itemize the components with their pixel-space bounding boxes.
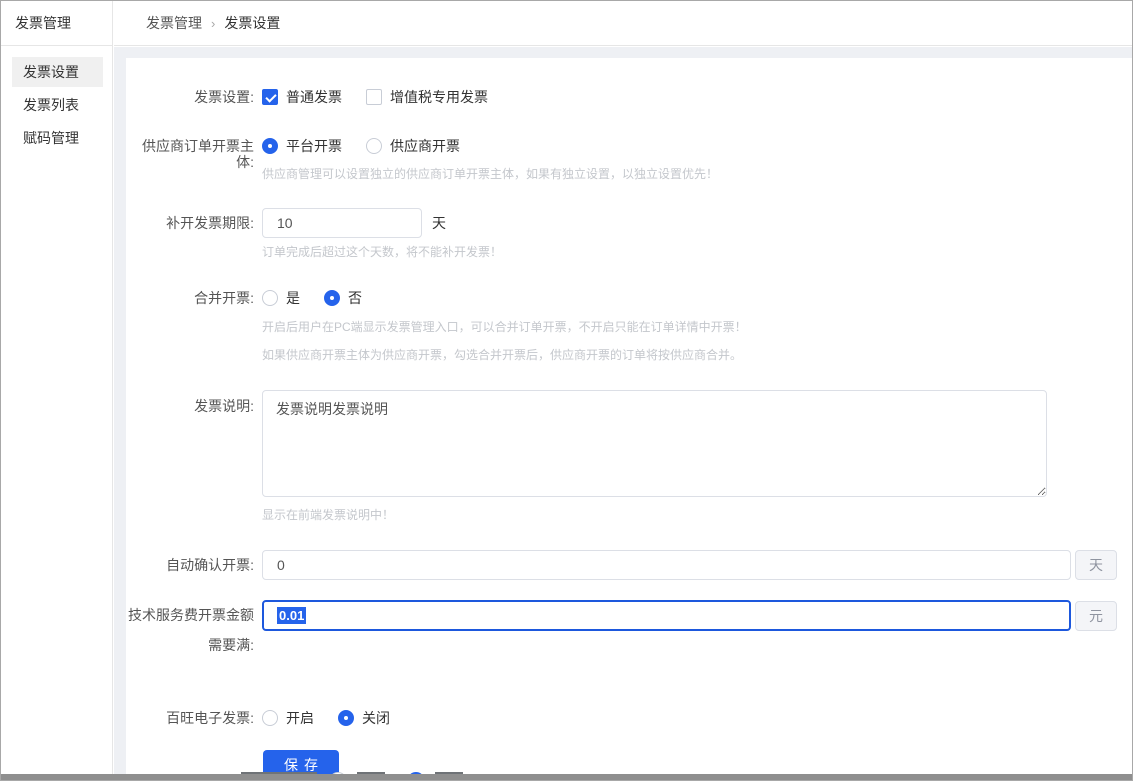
sidebar-menu: 发票设置 发票列表 赋码管理 (1, 46, 112, 153)
invoice-note-textarea[interactable]: 发票说明发票说明 (262, 390, 1047, 497)
merge-invoice-helper-1: 开启后用户在PC端显示发票管理入口，可以合并订单开票，不开启只能在订单详情中开票… (262, 321, 1117, 333)
radio-selected-icon (324, 290, 340, 306)
checkbox-option-vat-special-invoice[interactable]: 增值税专用发票 (366, 87, 488, 107)
merge-invoice-label: 合并开票: (126, 290, 254, 361)
radio-option-platform-invoicing[interactable]: 平台开票 (262, 136, 342, 156)
radio-unselected-icon (366, 138, 382, 154)
supplier-subject-label: 供应商订单开票主体: (126, 138, 254, 180)
invoice-admin-window: 发票管理 发票设置 发票列表 赋码管理 发票管理 › 发票设置 发票设置: 普通… (0, 0, 1133, 781)
breadcrumb-current: 发票设置 (224, 13, 280, 33)
tech-fee-label: 技术服务费开票金额 需要满: (126, 600, 254, 660)
invoice-settings-card: 发票设置: 普通发票 增值税专用发票 供 (126, 58, 1132, 780)
merge-invoice-helper-2: 如果供应商开票主体为供应商开票，勾选合并开票后，供应商开票的订单将按供应商合并。 (262, 349, 1117, 361)
baiwang-label: 百旺电子发票: (126, 710, 254, 726)
radio-label: 关闭 (362, 708, 390, 728)
form-row-invoice-types: 发票设置: 普通发票 增值税专用发票 (126, 89, 1132, 105)
invoice-note-label: 发票说明: (126, 390, 254, 521)
form-row-baiwang-einvoice: 百旺电子发票: 开启 关闭 (126, 710, 1132, 726)
radio-option-supplier-invoicing[interactable]: 供应商开票 (366, 136, 460, 156)
form-row-tech-fee: 技术服务费开票金额 需要满: 0.01 元 (126, 600, 1132, 660)
form-row-supplier-subject: 供应商订单开票主体: 平台开票 供应商开票 供应商管理可以设置独立的供应商订单开… (126, 138, 1132, 180)
form-row-reissue-period: 补开发票期限: 天 订单完成后超过这个天数，将不能补开发票！ (126, 208, 1132, 258)
horizontal-scrollbar[interactable] (1, 774, 1132, 780)
tech-fee-selected-value: 0.01 (277, 607, 306, 624)
tech-fee-label-line1: 技术服务费开票金额 (126, 600, 254, 630)
radio-label: 否 (348, 288, 362, 308)
form-row-auto-confirm: 自动确认开票: 天 (126, 550, 1132, 580)
radio-unselected-icon (262, 290, 278, 306)
checkbox-label: 普通发票 (286, 87, 342, 107)
radio-option-baiwang-on[interactable]: 开启 (262, 708, 314, 728)
topbar: 发票管理 › 发票设置 (114, 1, 1132, 46)
reissue-period-label: 补开发票期限: (126, 208, 254, 258)
radio-label: 供应商开票 (390, 136, 460, 156)
invoice-types-label: 发票设置: (126, 89, 254, 105)
content-area: 发票设置: 普通发票 增值税专用发票 供 (114, 47, 1132, 780)
auto-confirm-input[interactable] (262, 550, 1071, 580)
radio-label: 开启 (286, 708, 314, 728)
invoice-note-helper: 显示在前端发票说明中！ (262, 509, 1117, 521)
radio-option-merge-yes[interactable]: 是 (262, 288, 300, 308)
reissue-period-helper: 订单完成后超过这个天数，将不能补开发票！ (262, 246, 1117, 258)
radio-label: 平台开票 (286, 136, 342, 156)
radio-option-baiwang-off[interactable]: 关闭 (338, 708, 390, 728)
sidebar-item-invoice-list[interactable]: 发票列表 (12, 90, 103, 120)
radio-selected-icon (338, 710, 354, 726)
checkbox-option-general-invoice[interactable]: 普通发票 (262, 87, 342, 107)
sidebar-title: 发票管理 (1, 1, 112, 46)
sidebar-item-code-management[interactable]: 赋码管理 (12, 123, 103, 153)
checkbox-label: 增值税专用发票 (390, 87, 488, 107)
checkbox-checked-icon (262, 89, 278, 105)
reissue-period-unit: 天 (432, 208, 446, 238)
checkbox-unchecked-icon (366, 89, 382, 105)
tech-fee-input[interactable]: 0.01 (262, 600, 1071, 631)
sidebar: 发票管理 发票设置 发票列表 赋码管理 (1, 1, 113, 780)
form-row-invoice-note: 发票说明: 发票说明发票说明 显示在前端发票说明中！ (126, 390, 1132, 521)
tech-fee-unit-addon: 元 (1075, 601, 1117, 631)
form-row-merge-invoice: 合并开票: 是 否 开启后用户在PC端显示发票管理入口，可以合并订单开票，不开启… (126, 290, 1132, 361)
breadcrumb-parent[interactable]: 发票管理 (146, 13, 202, 33)
tech-fee-label-line2: 需要满: (126, 630, 254, 660)
breadcrumb-separator-icon: › (211, 16, 215, 31)
supplier-subject-helper: 供应商管理可以设置独立的供应商订单开票主体，如果有独立设置，以独立设置优先！ (262, 168, 1117, 180)
radio-label: 是 (286, 288, 300, 308)
radio-option-merge-no[interactable]: 否 (324, 288, 362, 308)
reissue-period-input[interactable] (262, 208, 422, 238)
sidebar-item-invoice-settings[interactable]: 发票设置 (12, 57, 103, 87)
radio-unselected-icon (262, 710, 278, 726)
auto-confirm-unit-addon: 天 (1075, 550, 1117, 580)
auto-confirm-label: 自动确认开票: (126, 550, 254, 580)
radio-selected-icon (262, 138, 278, 154)
